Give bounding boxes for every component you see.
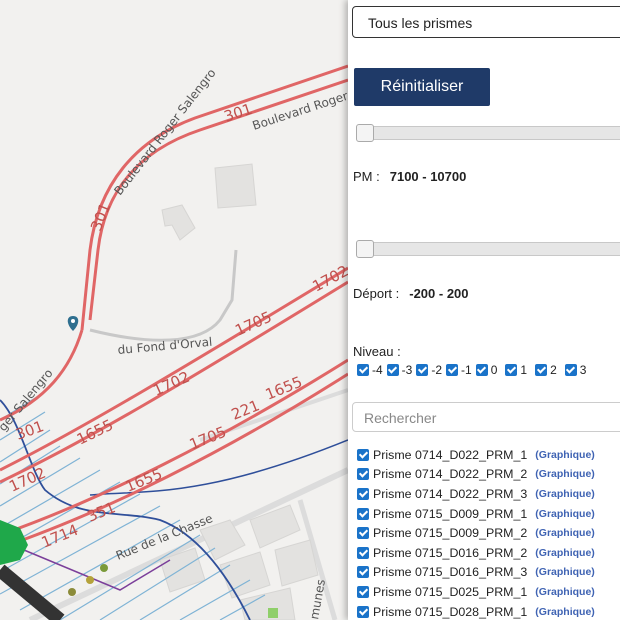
checkbox-checked-icon[interactable] xyxy=(416,364,429,376)
level-checkbox[interactable]: 1 xyxy=(505,363,527,377)
level-checkbox[interactable]: -2 xyxy=(416,363,442,377)
graph-link[interactable]: (Graphique) xyxy=(535,566,595,578)
map-marker-icon[interactable] xyxy=(67,316,79,331)
reset-button[interactable]: Réinitialiser xyxy=(354,68,490,106)
checkbox-checked-icon[interactable] xyxy=(386,364,399,376)
search-input[interactable]: Rechercher xyxy=(352,402,620,432)
level-checkboxes: -4 -3 -2 -1 0 1 2 3 xyxy=(357,363,590,377)
road-label: 1705 xyxy=(232,308,274,340)
prism-select-value: Tous les prismes xyxy=(368,15,473,31)
deport-range: Déport : -200 - 200 xyxy=(353,286,469,301)
map-marker-icon[interactable] xyxy=(268,608,278,618)
checkbox-checked-icon[interactable] xyxy=(357,566,369,579)
filter-panel: Tous les prismes Réinitialiser PM : 7100 … xyxy=(348,0,620,620)
checkbox-checked-icon[interactable] xyxy=(357,448,369,461)
list-item[interactable]: Prisme 0715_D016_PRM_2 (Graphique) xyxy=(357,543,595,563)
level-checkbox[interactable]: -1 xyxy=(446,363,472,377)
search-placeholder: Rechercher xyxy=(364,410,437,426)
map-marker-icon[interactable] xyxy=(86,576,94,584)
checkbox-checked-icon[interactable] xyxy=(505,364,518,376)
list-item[interactable]: Prisme 0715_D009_PRM_1 (Graphique) xyxy=(357,504,595,524)
list-item[interactable]: Prisme 0714_D022_PRM_2 (Graphique) xyxy=(357,465,595,485)
pm-slider[interactable] xyxy=(356,124,620,142)
graph-link[interactable]: (Graphique) xyxy=(535,586,595,598)
graph-link[interactable]: (Graphique) xyxy=(535,468,595,480)
checkbox-checked-icon[interactable] xyxy=(475,364,488,376)
graph-link[interactable]: (Graphique) xyxy=(535,488,595,500)
pm-range: PM : 7100 - 10700 xyxy=(353,169,466,184)
level-checkbox[interactable]: -3 xyxy=(386,363,412,377)
map-view[interactable]: 301 301 301 1702 1702 1702 1705 1705 221… xyxy=(0,0,348,620)
map-marker-icon[interactable] xyxy=(100,564,108,572)
checkbox-checked-icon[interactable] xyxy=(357,487,369,500)
pm-label: PM : xyxy=(353,169,380,184)
street-fond-dorval xyxy=(89,249,238,342)
highway-lines xyxy=(0,64,348,550)
pm-range-value: 7100 - 10700 xyxy=(389,169,467,184)
checkbox-checked-icon[interactable] xyxy=(357,527,369,540)
prism-select[interactable]: Tous les prismes xyxy=(352,6,620,38)
list-item[interactable]: Prisme 0715_D016_PRM_3 (Graphique) xyxy=(357,563,595,583)
road-label: 301 xyxy=(222,100,255,126)
level-checkbox[interactable]: 2 xyxy=(535,363,557,377)
checkbox-checked-icon[interactable] xyxy=(564,364,577,376)
graph-link[interactable]: (Graphique) xyxy=(535,449,595,461)
level-checkbox[interactable]: 0 xyxy=(475,363,497,377)
map-marker-icon[interactable] xyxy=(68,588,76,596)
deport-range-value: -200 - 200 xyxy=(409,286,469,301)
level-checkbox[interactable]: -4 xyxy=(357,363,383,377)
graph-link[interactable]: (Graphique) xyxy=(535,508,595,520)
road-label: 301 xyxy=(13,417,46,444)
checkbox-checked-icon[interactable] xyxy=(357,605,369,618)
checkbox-checked-icon[interactable] xyxy=(446,364,459,376)
graph-link[interactable]: (Graphique) xyxy=(535,606,595,618)
graph-link[interactable]: (Graphique) xyxy=(535,527,595,539)
list-item[interactable]: Prisme 0714_D022_PRM_1 (Graphique) xyxy=(357,445,595,465)
prism-list: Prisme 0714_D022_PRM_1 (Graphique) Prisme… xyxy=(357,445,595,620)
checkbox-checked-icon[interactable] xyxy=(357,468,369,481)
pm-slider-handle[interactable] xyxy=(356,124,374,142)
checkbox-checked-icon[interactable] xyxy=(357,546,369,559)
checkbox-checked-icon[interactable] xyxy=(535,364,548,376)
checkbox-checked-icon[interactable] xyxy=(357,507,369,520)
street-label: Boulevard Roger Salengro xyxy=(111,66,218,198)
deport-label: Déport : xyxy=(353,286,400,301)
deport-slider[interactable] xyxy=(356,240,620,258)
level-checkbox[interactable]: 3 xyxy=(564,363,586,377)
list-item[interactable]: Prisme 0715_D009_PRM_2 (Graphique) xyxy=(357,523,595,543)
list-item[interactable]: Prisme 0715_D028_PRM_1 (Graphique) xyxy=(357,602,595,620)
niveau-label: Niveau : xyxy=(353,344,401,359)
graph-link[interactable]: (Graphique) xyxy=(535,547,595,559)
building xyxy=(161,204,196,241)
road-label: 1702 xyxy=(150,368,192,400)
checkbox-checked-icon[interactable] xyxy=(357,585,369,598)
street-label: munes xyxy=(307,578,328,620)
deport-slider-handle[interactable] xyxy=(356,240,374,258)
checkbox-checked-icon[interactable] xyxy=(357,364,369,376)
list-item[interactable]: Prisme 0715_D025_PRM_1 (Graphique) xyxy=(357,582,595,602)
road-label: 1702 xyxy=(309,262,348,296)
map-canvas[interactable]: 301 301 301 1702 1702 1702 1705 1705 221… xyxy=(0,0,348,620)
road-label: 1655 xyxy=(74,416,116,449)
building xyxy=(214,163,257,209)
list-item[interactable]: Prisme 0714_D022_PRM_3 (Graphique) xyxy=(357,484,595,504)
